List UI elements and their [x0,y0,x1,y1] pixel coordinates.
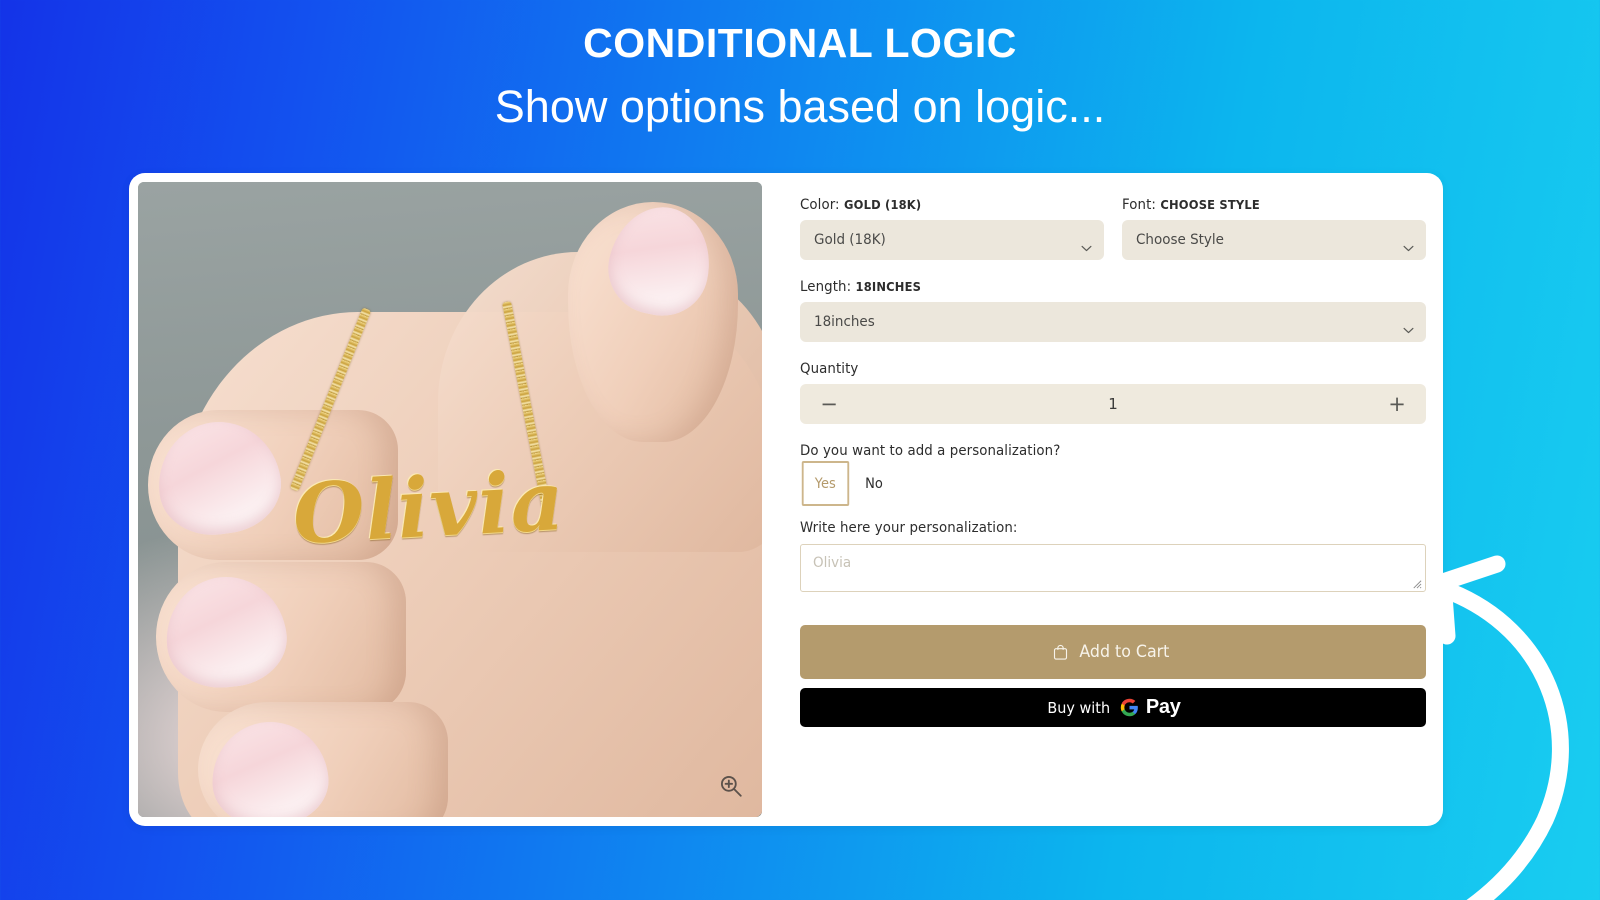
personalization-text-label: Write here your personalization: [800,520,1018,536]
option-length: Length: 18INCHES 18inches [800,279,1426,342]
quantity-value[interactable]: 1 [840,395,1386,413]
length-select[interactable]: 18inches [800,302,1426,342]
length-select-value: 18inches [814,314,875,330]
google-g-icon [1120,698,1139,717]
length-label: Length: 18INCHES [800,279,1376,295]
google-pay-prefix: Buy with [1047,698,1111,717]
magnifier-plus-icon[interactable] [718,773,744,799]
font-select-value: Choose Style [1136,232,1224,248]
option-font: Font: CHOOSE STYLE Choose Style [1122,197,1426,260]
personalization-question-label: Do you want to add a personalization? [800,443,1061,459]
google-pay-content: Buy with Pay [1045,696,1181,719]
personalization-choice-yes[interactable]: Yes [801,461,849,506]
length-label-prefix: Length: [800,279,852,295]
quantity-stepper: − 1 + [800,384,1426,424]
add-to-cart-button[interactable]: Add to Cart [800,625,1426,679]
font-label-prefix: Font: [1122,197,1157,213]
product-card: Olivia Color: GOLD (18K) Gold (18K) Font… [129,173,1443,826]
quantity-increment-button[interactable]: + [1386,393,1408,415]
product-options-form: Color: GOLD (18K) Gold (18K) Font: CHOOS… [762,173,1443,826]
personalization-choice-no[interactable]: No [852,461,895,506]
option-personalization-text: Write here your personalization: Olivia [800,520,1426,592]
google-pay-suffix: Pay [1145,696,1181,718]
option-row-color-font: Color: GOLD (18K) Gold (18K) Font: CHOOS… [800,197,1426,260]
curved-arrow-annotation [1425,540,1600,900]
color-label-prefix: Color: [800,197,840,213]
color-label: Color: GOLD (18K) [800,197,1080,213]
quantity-label: Quantity [800,361,859,377]
font-label-value: CHOOSE STYLE [1160,197,1260,212]
font-label: Font: CHOOSE STYLE [1122,197,1402,213]
chevron-down-icon [1403,237,1414,252]
personalization-placeholder: Olivia [813,555,852,571]
shopping-bag-icon [1053,644,1068,660]
headline-primary: CONDITIONAL LOGIC [583,20,1017,66]
necklace-name-pendant: Olivia [290,452,567,564]
hero-heading: CONDITIONAL LOGIC Show options based on … [0,20,1600,141]
option-quantity: Quantity − 1 + [800,361,1426,424]
option-color: Color: GOLD (18K) Gold (18K) [800,197,1104,260]
headline-secondary: Show options based on logic... [494,81,1106,133]
chevron-down-icon [1081,237,1092,252]
google-pay-button[interactable]: Buy with Pay [800,688,1426,727]
add-to-cart-label: Add to Cart [1079,642,1170,662]
color-label-value: GOLD (18K) [843,197,922,212]
resize-grip-icon[interactable] [1411,577,1422,589]
color-select-value: Gold (18K) [814,232,886,248]
chevron-down-icon [1403,319,1414,334]
length-label-value: 18INCHES [855,279,922,294]
product-gallery: Olivia [129,173,762,826]
font-select[interactable]: Choose Style [1122,220,1426,260]
product-photo[interactable]: Olivia [138,182,762,817]
personalization-textarea[interactable]: Olivia [800,544,1426,592]
option-personalization-toggle: Do you want to add a personalization? Ye… [800,443,1426,506]
quantity-decrement-button[interactable]: − [818,393,840,415]
color-select[interactable]: Gold (18K) [800,220,1104,260]
personalization-choice-group: Yes No [800,461,1426,506]
